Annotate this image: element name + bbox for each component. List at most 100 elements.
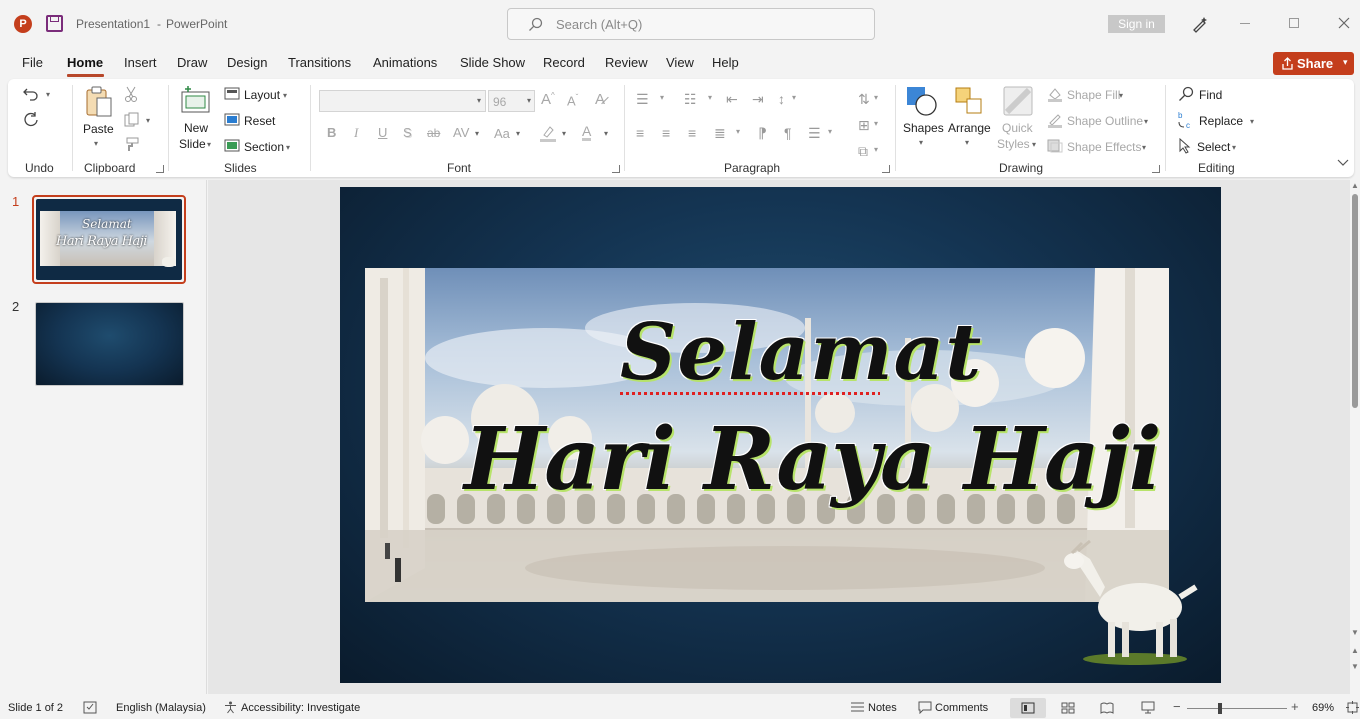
- layout-label[interactable]: Layout: [244, 88, 280, 102]
- columns-dropdown-icon[interactable]: ▾: [828, 127, 832, 136]
- font-name-dropdown[interactable]: ▾: [319, 90, 486, 112]
- shapes-label[interactable]: Shapes: [903, 121, 944, 135]
- columns-icon[interactable]: ☰: [808, 125, 821, 142]
- sign-in-button[interactable]: Sign in: [1108, 15, 1165, 33]
- increase-indent-icon[interactable]: ⇥: [752, 91, 764, 108]
- rtl-icon[interactable]: ¶: [784, 125, 792, 141]
- ltr-icon[interactable]: ⁋: [758, 125, 767, 142]
- tab-transitions[interactable]: Transitions: [288, 55, 351, 70]
- paste-icon[interactable]: [84, 85, 114, 119]
- strikethrough-button[interactable]: ab: [427, 126, 440, 140]
- increase-font-size-icon[interactable]: A^: [541, 91, 555, 108]
- shape-fill-icon[interactable]: [1047, 86, 1063, 102]
- layout-dropdown-icon[interactable]: ▾: [283, 91, 287, 100]
- clear-formatting-icon[interactable]: A̷: [595, 91, 605, 108]
- normal-view-button[interactable]: [1010, 698, 1046, 718]
- new-slide-dropdown-icon[interactable]: ▾: [207, 140, 211, 149]
- shape-outline-icon[interactable]: [1047, 112, 1063, 128]
- font-color-dropdown-icon[interactable]: ▾: [604, 129, 608, 138]
- shapes-icon[interactable]: [905, 85, 939, 117]
- shape-fill-dropdown-icon[interactable]: ▾: [1119, 91, 1123, 100]
- slide-show-icon[interactable]: [1141, 701, 1155, 714]
- vertical-scrollbar[interactable]: ▲ ▼ ▲ ▼: [1350, 180, 1360, 694]
- tab-help[interactable]: Help: [712, 55, 739, 70]
- tab-animations[interactable]: Animations: [373, 55, 437, 70]
- italic-button[interactable]: I: [354, 125, 358, 141]
- decrease-font-size-icon[interactable]: Aˇ: [567, 93, 578, 108]
- numbering-icon[interactable]: ☷: [684, 91, 697, 108]
- shape-effects-label[interactable]: Shape Effects: [1067, 140, 1142, 154]
- align-left-icon[interactable]: ≡: [636, 125, 644, 141]
- arrange-dropdown-icon[interactable]: ▾: [965, 138, 969, 147]
- format-painter-icon[interactable]: [124, 137, 140, 153]
- minimize-icon[interactable]: [1240, 23, 1250, 24]
- change-case-dropdown-icon[interactable]: ▾: [516, 129, 520, 138]
- tab-insert[interactable]: Insert: [124, 55, 157, 70]
- reset-label[interactable]: Reset: [244, 114, 275, 128]
- bold-button[interactable]: B: [327, 125, 336, 140]
- save-icon[interactable]: [46, 15, 63, 32]
- notes-button[interactable]: Notes: [868, 702, 897, 714]
- font-size-dropdown[interactable]: 96 ▾: [488, 90, 535, 112]
- underline-button[interactable]: U: [378, 125, 387, 140]
- layout-icon[interactable]: [224, 87, 240, 100]
- undo-icon[interactable]: [22, 86, 40, 102]
- shape-effects-icon[interactable]: [1047, 138, 1063, 154]
- collapse-ribbon-icon[interactable]: [1337, 159, 1349, 167]
- highlight-dropdown-icon[interactable]: ▾: [562, 129, 566, 138]
- scroll-thumb[interactable]: [1352, 194, 1358, 408]
- replace-dropdown-icon[interactable]: ▾: [1250, 117, 1254, 126]
- undo-dropdown-icon[interactable]: ▾: [46, 90, 50, 99]
- shapes-dropdown-icon[interactable]: ▾: [919, 138, 923, 147]
- tab-review[interactable]: Review: [605, 55, 648, 70]
- find-label[interactable]: Find: [1199, 88, 1222, 102]
- tab-record[interactable]: Record: [543, 55, 585, 70]
- slide-thumbnail-1[interactable]: Selamat Hari Raya Haji: [32, 195, 186, 284]
- zoom-level[interactable]: 69%: [1312, 702, 1334, 714]
- copy-icon[interactable]: [124, 112, 140, 128]
- text-direction-icon[interactable]: ⇅: [858, 91, 870, 108]
- replace-icon[interactable]: bc: [1178, 110, 1196, 130]
- replace-label[interactable]: Replace: [1199, 114, 1243, 128]
- language-indicator[interactable]: English (Malaysia): [116, 702, 206, 714]
- share-button[interactable]: Share ▾: [1273, 52, 1354, 75]
- drawing-launcher-icon[interactable]: [1152, 165, 1160, 173]
- slide-title-line-2[interactable]: Hari Raya Haji: [464, 409, 1161, 510]
- reset-icon[interactable]: [224, 113, 240, 126]
- zoom-slider[interactable]: [1187, 703, 1287, 714]
- arrange-label[interactable]: Arrange: [948, 121, 991, 135]
- shape-effects-dropdown-icon[interactable]: ▾: [1142, 143, 1146, 152]
- slide-thumbnail-2[interactable]: [35, 302, 184, 386]
- character-spacing-dropdown-icon[interactable]: ▾: [475, 129, 479, 138]
- select-dropdown-icon[interactable]: ▾: [1232, 143, 1236, 152]
- accessibility-icon[interactable]: [224, 701, 237, 714]
- highlight-icon[interactable]: [539, 124, 557, 142]
- new-slide-label-1[interactable]: New: [184, 121, 208, 135]
- line-spacing-icon[interactable]: ↕: [778, 91, 785, 107]
- quick-styles-icon[interactable]: [1002, 85, 1034, 117]
- shape-outline-label[interactable]: Shape Outline: [1067, 114, 1143, 128]
- copy-dropdown-icon[interactable]: ▾: [146, 116, 150, 125]
- designer-pen-icon[interactable]: [1191, 15, 1209, 33]
- section-label[interactable]: Section: [244, 140, 284, 154]
- tab-draw[interactable]: Draw: [177, 55, 207, 70]
- redo-icon[interactable]: [22, 111, 40, 129]
- tab-view[interactable]: View: [666, 55, 694, 70]
- quick-styles-label-2[interactable]: Styles: [997, 137, 1030, 151]
- text-shadow-button[interactable]: S: [403, 125, 412, 140]
- paragraph-launcher-icon[interactable]: [882, 165, 890, 173]
- paste-label[interactable]: Paste: [83, 122, 114, 136]
- align-text-dropdown-icon[interactable]: ▾: [874, 119, 878, 128]
- scroll-down-icon[interactable]: ▼: [1351, 628, 1359, 637]
- smartart-icon[interactable]: ⧉: [858, 143, 868, 160]
- notes-icon[interactable]: [850, 702, 865, 714]
- smartart-dropdown-icon[interactable]: ▾: [874, 145, 878, 154]
- font-color-button[interactable]: A: [582, 124, 592, 141]
- zoom-in-icon[interactable]: +: [1291, 699, 1299, 714]
- font-launcher-icon[interactable]: [612, 165, 620, 173]
- previous-slide-icon[interactable]: ▲: [1351, 646, 1359, 655]
- bullets-icon[interactable]: ☰: [636, 91, 649, 108]
- reading-view-icon[interactable]: [1100, 702, 1114, 714]
- zoom-out-icon[interactable]: −: [1173, 699, 1181, 714]
- slide-canvas[interactable]: Selamat Hari Raya Haji: [340, 187, 1221, 683]
